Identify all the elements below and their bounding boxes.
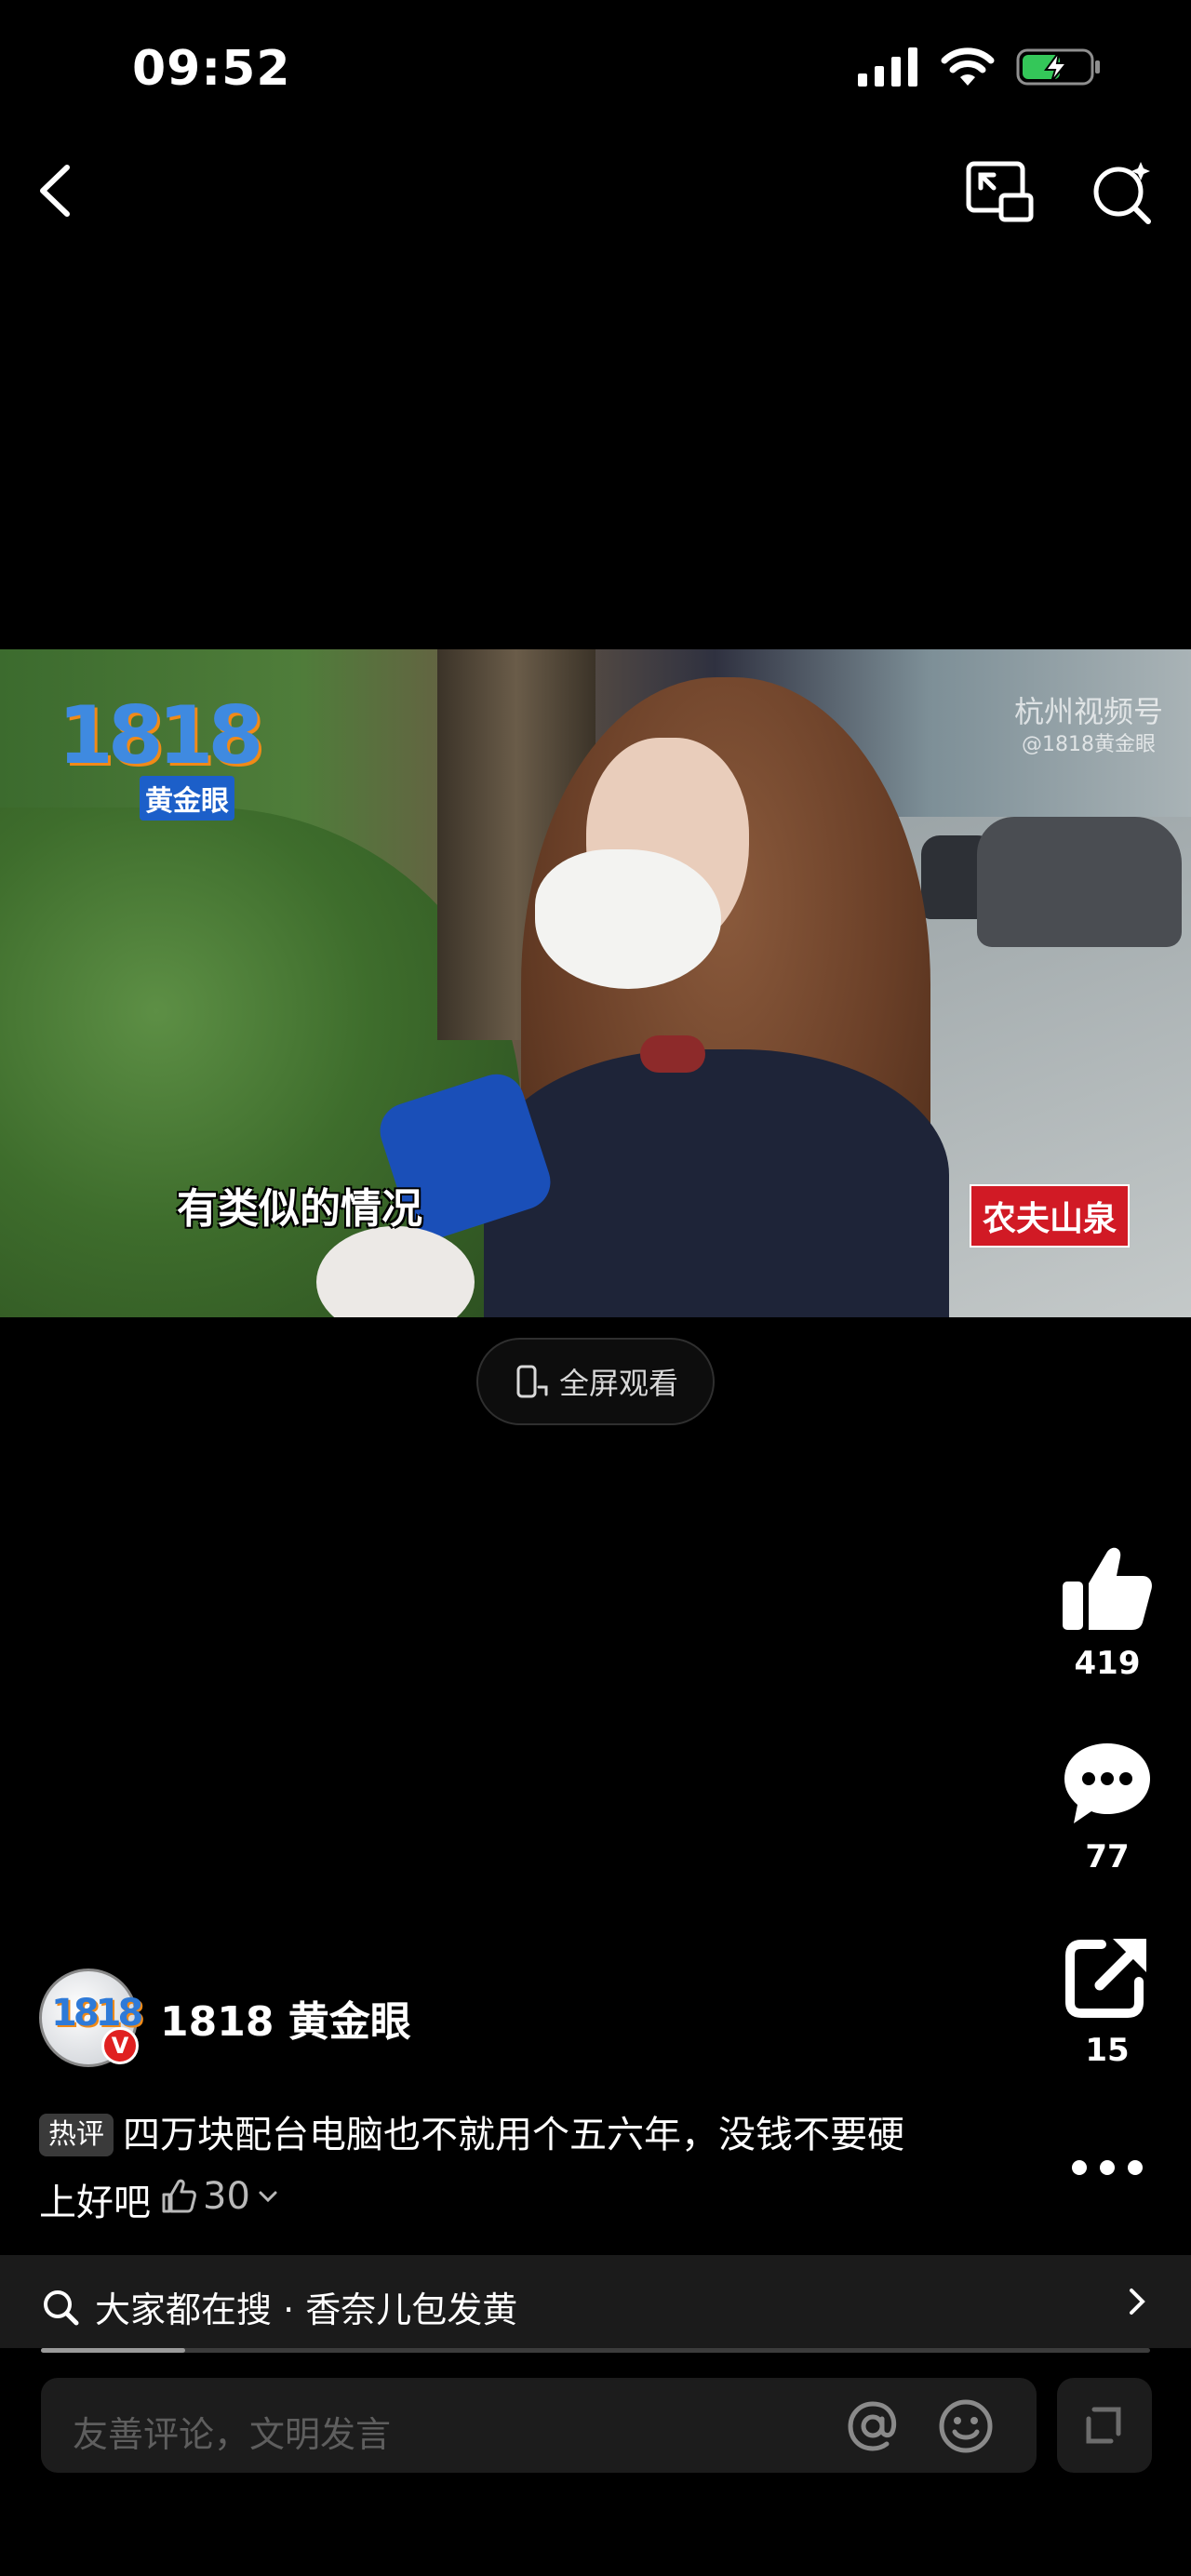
thumbs-up-icon bbox=[1063, 1547, 1152, 1630]
fullscreen-button[interactable]: 全屏观看 bbox=[476, 1338, 715, 1425]
back-arrow-icon[interactable] bbox=[28, 158, 84, 223]
like-button[interactable]: 419 bbox=[1061, 1544, 1154, 1682]
station-logo: 1818 黄金眼 bbox=[58, 689, 263, 821]
verified-badge: V bbox=[101, 2027, 139, 2064]
video-progress-fill bbox=[41, 2348, 185, 2353]
thumbs-up-outline-icon bbox=[162, 2179, 196, 2213]
status-bar: 09:52 bbox=[0, 0, 1191, 140]
search-icon bbox=[44, 2289, 79, 2325]
author-avatar[interactable]: 1818 V bbox=[39, 1969, 143, 2067]
chevron-right-icon bbox=[1130, 2289, 1145, 2315]
author-row[interactable]: 1818 V 1818 黄金眼 bbox=[39, 1969, 411, 2067]
cellular-signal-icon bbox=[858, 47, 917, 87]
station-logo-number: 1818 bbox=[58, 689, 263, 782]
interviewee-collar bbox=[640, 1035, 705, 1073]
like-count: 419 bbox=[1074, 1645, 1141, 1682]
share-button[interactable]: 15 bbox=[1061, 1931, 1154, 2069]
wifi-icon bbox=[941, 47, 995, 86]
comment-button[interactable]: 77 bbox=[1061, 1738, 1154, 1875]
interviewee-face-mask bbox=[535, 849, 721, 989]
search-icon[interactable] bbox=[1087, 156, 1158, 227]
hot-comment-likes[interactable]: 30 bbox=[160, 2166, 280, 2227]
phone-rotate-icon bbox=[516, 1365, 548, 1398]
share-icon bbox=[1065, 1939, 1146, 2018]
expand-input-button[interactable] bbox=[1057, 2378, 1152, 2473]
search-suggestion-text: 大家都在搜 · 香奈儿包发黄 bbox=[95, 2289, 518, 2330]
mention-icon[interactable] bbox=[843, 2396, 903, 2456]
interviewee-sweater bbox=[484, 1049, 949, 1317]
comment-bubble-icon bbox=[1064, 1743, 1150, 1823]
share-count: 15 bbox=[1085, 2032, 1130, 2069]
video-watermark-handle: @1818黄金眼 bbox=[1022, 733, 1156, 756]
more-options-icon[interactable] bbox=[1068, 2149, 1146, 2186]
hot-comment-like-count: 30 bbox=[203, 2175, 250, 2218]
comment-input-placeholder: 友善评论，文明发言 bbox=[73, 2414, 392, 2455]
fullscreen-label: 全屏观看 bbox=[558, 1366, 678, 1401]
battery-charging-icon bbox=[1016, 48, 1100, 86]
emoji-icon[interactable] bbox=[936, 2396, 996, 2456]
hot-comment-badge: 热评 bbox=[39, 2114, 114, 2156]
top-bar bbox=[0, 149, 1191, 233]
status-icons bbox=[858, 47, 1102, 87]
expand-icon bbox=[1086, 2407, 1121, 2444]
sponsor-badge: 农夫山泉 bbox=[970, 1184, 1131, 1248]
search-suggestion-bar[interactable]: 大家都在搜 · 香奈儿包发黄 bbox=[0, 2255, 1191, 2348]
video-player[interactable]: 1818 黄金眼 杭州视频号 @1818黄金眼 有类似的情况 农夫山泉 bbox=[0, 649, 1191, 1317]
picture-in-picture-icon[interactable] bbox=[964, 158, 1035, 225]
comment-input[interactable]: 友善评论，文明发言 bbox=[41, 2378, 1037, 2473]
author-name[interactable]: 1818 黄金眼 bbox=[160, 1988, 411, 2048]
video-subtitle: 有类似的情况 bbox=[177, 1185, 422, 1233]
status-time: 09:52 bbox=[132, 41, 291, 97]
station-logo-name: 黄金眼 bbox=[140, 776, 234, 821]
hot-comment[interactable]: 热评 四万块配台电脑也不就用个五六年，没钱不要硬上好吧 30 bbox=[39, 2104, 932, 2234]
video-watermark: 杭州视频号 bbox=[1013, 694, 1163, 729]
chevron-down-icon bbox=[259, 2191, 277, 2203]
video-background-car bbox=[977, 817, 1182, 947]
video-progress-track[interactable] bbox=[41, 2348, 1150, 2353]
comment-count: 77 bbox=[1085, 1838, 1130, 1875]
